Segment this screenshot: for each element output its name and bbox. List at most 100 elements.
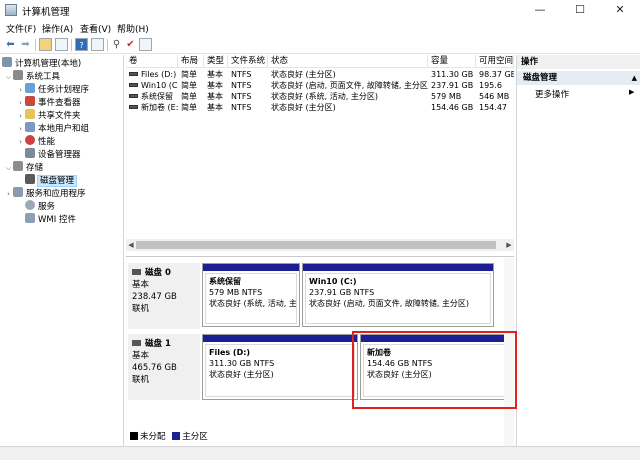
volume-type: 基本 <box>207 103 223 112</box>
volume-free: 546 MB <box>479 92 510 101</box>
toolbar: ⬅ ➡ ? ⚲ ✔ <box>0 36 640 54</box>
volume-icon <box>129 105 138 109</box>
partition-win10-c[interactable]: Win10 (C:) 237.91 GB NTFS 状态良好 (启动, 页面文件… <box>302 263 494 327</box>
menu-action[interactable]: 操作(A) <box>42 22 73 35</box>
volume-icon <box>129 83 138 87</box>
partition-size: 311.30 GB NTFS <box>209 359 275 368</box>
column-header-filesystem[interactable]: 文件系统 <box>228 55 268 68</box>
check-icon[interactable]: ✔ <box>124 38 137 51</box>
volume-icon <box>129 94 138 98</box>
volume-status: 状态良好 (主分区) <box>271 103 336 112</box>
disk-name: 磁盘 1 <box>145 339 171 349</box>
back-arrow-icon[interactable]: ⬅ <box>4 38 17 51</box>
forward-arrow-icon[interactable]: ➡ <box>19 38 32 51</box>
disk-state: 联机 <box>132 375 150 385</box>
scroll-left-icon[interactable]: ◀ <box>126 239 136 251</box>
column-header-free-space[interactable]: 可用空间 <box>476 55 514 68</box>
tree-item-root[interactable]: 计算机管理(本地) <box>2 57 81 70</box>
tree-item-services[interactable]: 服务 <box>25 200 55 213</box>
volume-list: 卷 布局 类型 文件系统 状态 容量 可用空间 Files (D:) 简单 基本… <box>126 55 514 253</box>
minimize-button[interactable]: — <box>520 0 560 20</box>
partition-status: 状态良好 (启动, 页面文件, 故障转储, 主分区) <box>309 299 470 308</box>
chevron-right-icon[interactable]: › <box>16 136 25 149</box>
horizontal-scrollbar[interactable]: ◀ ▶ <box>126 239 514 251</box>
column-header-status[interactable]: 状态 <box>268 55 428 68</box>
connect-icon[interactable]: ⚲ <box>110 38 123 51</box>
maximize-button[interactable]: ☐ <box>560 0 600 20</box>
tree-item-system-tools[interactable]: ⌵ 系统工具 <box>4 70 60 83</box>
tree-item-task-scheduler[interactable]: › 任务计划程序 <box>16 83 89 96</box>
volume-filesystem: NTFS <box>231 92 252 101</box>
storage-icon <box>13 161 23 171</box>
disk-icon <box>132 340 141 346</box>
toolbar-separator <box>107 39 108 51</box>
tools-icon <box>13 70 23 80</box>
properties-icon[interactable] <box>91 38 104 51</box>
close-button[interactable]: ✕ <box>600 0 640 20</box>
table-row[interactable]: Win10 (C:) 简单 基本 NTFS 状态良好 (启动, 页面文件, 故障… <box>126 80 514 91</box>
chevron-right-icon[interactable]: › <box>4 188 13 201</box>
scrollbar-thumb[interactable] <box>136 241 496 249</box>
disk-name: 磁盘 0 <box>145 268 171 278</box>
volume-free: 98.37 GB <box>479 70 514 79</box>
partition-size: 237.91 GB NTFS <box>309 288 375 297</box>
tree-item-local-users[interactable]: › 本地用户和组 <box>16 122 89 135</box>
tree-item-storage[interactable]: ⌵ 存储 <box>4 161 43 174</box>
volume-layout: 简单 <box>181 70 197 79</box>
tree-item-services-apps[interactable]: › 服务和应用程序 <box>4 187 86 200</box>
disk-0-label[interactable]: 磁盘 0 基本 238.47 GB 联机 <box>128 263 200 329</box>
volume-name: 新加卷 (E:) <box>141 103 178 112</box>
volume-filesystem: NTFS <box>231 103 252 112</box>
collapse-up-icon[interactable]: ▲ <box>632 71 637 85</box>
menu-help[interactable]: 帮助(H) <box>117 22 149 35</box>
disk-state: 联机 <box>132 304 150 314</box>
table-row[interactable]: Files (D:) 简单 基本 NTFS 状态良好 (主分区) 311.30 … <box>126 69 514 80</box>
menu-view[interactable]: 查看(V) <box>80 22 111 35</box>
table-row[interactable]: 系统保留 简单 基本 NTFS 状态良好 (系统, 活动, 主分区) 579 M… <box>126 91 514 102</box>
more-actions-label: 更多操作 <box>535 90 570 100</box>
actions-section-disk-management[interactable]: 磁盘管理 ▲ <box>517 71 640 85</box>
partition-size: 579 MB NTFS <box>209 288 263 297</box>
column-header-capacity[interactable]: 容量 <box>428 55 476 68</box>
tree-item-event-viewer[interactable]: › 事件查看器 <box>16 96 81 109</box>
table-row[interactable]: 新加卷 (E:) 简单 基本 NTFS 状态良好 (主分区) 154.46 GB… <box>126 102 514 113</box>
volume-status: 状态良好 (系统, 活动, 主分区) <box>271 92 378 101</box>
tree-item-disk-management[interactable]: 磁盘管理 <box>25 174 78 187</box>
folder-up-icon[interactable] <box>39 38 52 51</box>
tree-item-device-manager[interactable]: 设备管理器 <box>25 148 81 161</box>
partition-system-reserved[interactable]: 系统保留 579 MB NTFS 状态良好 (系统, 活动, 主分 <box>202 263 300 327</box>
column-header-volume[interactable]: 卷 <box>126 55 178 68</box>
help-icon[interactable]: ? <box>75 38 88 51</box>
chevron-down-icon[interactable]: ⌵ <box>4 162 13 175</box>
column-header-type[interactable]: 类型 <box>204 55 228 68</box>
menu-file[interactable]: 文件(F) <box>6 22 36 35</box>
console-tree-icon[interactable] <box>55 38 68 51</box>
wmi-icon <box>25 213 35 223</box>
tree-item-wmi[interactable]: WMI 控件 <box>25 213 76 226</box>
column-header-layout[interactable]: 布局 <box>178 55 204 68</box>
volume-name: 系统保留 <box>141 92 173 101</box>
primary-partition-bar <box>303 264 493 271</box>
chevron-right-icon[interactable]: ▶ <box>629 88 634 96</box>
volume-filesystem: NTFS <box>231 81 252 90</box>
scroll-right-icon[interactable]: ▶ <box>504 239 514 251</box>
partition-files-d[interactable]: Files (D:) 311.30 GB NTFS 状态良好 (主分区) <box>202 334 358 400</box>
disk-kind: 基本 <box>132 280 150 290</box>
partition-name: 系统保留 <box>209 277 241 286</box>
volume-name: Win10 (C:) <box>141 81 178 90</box>
volume-capacity: 579 MB <box>431 92 462 101</box>
tree-item-performance[interactable]: › 性能 <box>16 135 55 148</box>
properties-list-icon[interactable] <box>139 38 152 51</box>
clock-icon <box>25 83 35 93</box>
chevron-down-icon[interactable]: ⌵ <box>4 71 13 84</box>
unallocated-swatch <box>130 432 138 440</box>
tree-item-shared-folders[interactable]: › 共享文件夹 <box>16 109 81 122</box>
primary-partition-bar <box>203 264 299 271</box>
disk-1-label[interactable]: 磁盘 1 基本 465.76 GB 联机 <box>128 334 200 400</box>
actions-pane: 操作 磁盘管理 ▲ 更多操作 ▶ <box>516 55 640 446</box>
volume-status: 状态良好 (主分区) <box>271 70 336 79</box>
volume-name: Files (D:) <box>141 70 177 79</box>
more-actions-item[interactable]: 更多操作 <box>535 88 569 100</box>
volume-capacity: 237.91 GB <box>431 81 474 90</box>
partition-status: 状态良好 (主分区) <box>209 370 274 379</box>
